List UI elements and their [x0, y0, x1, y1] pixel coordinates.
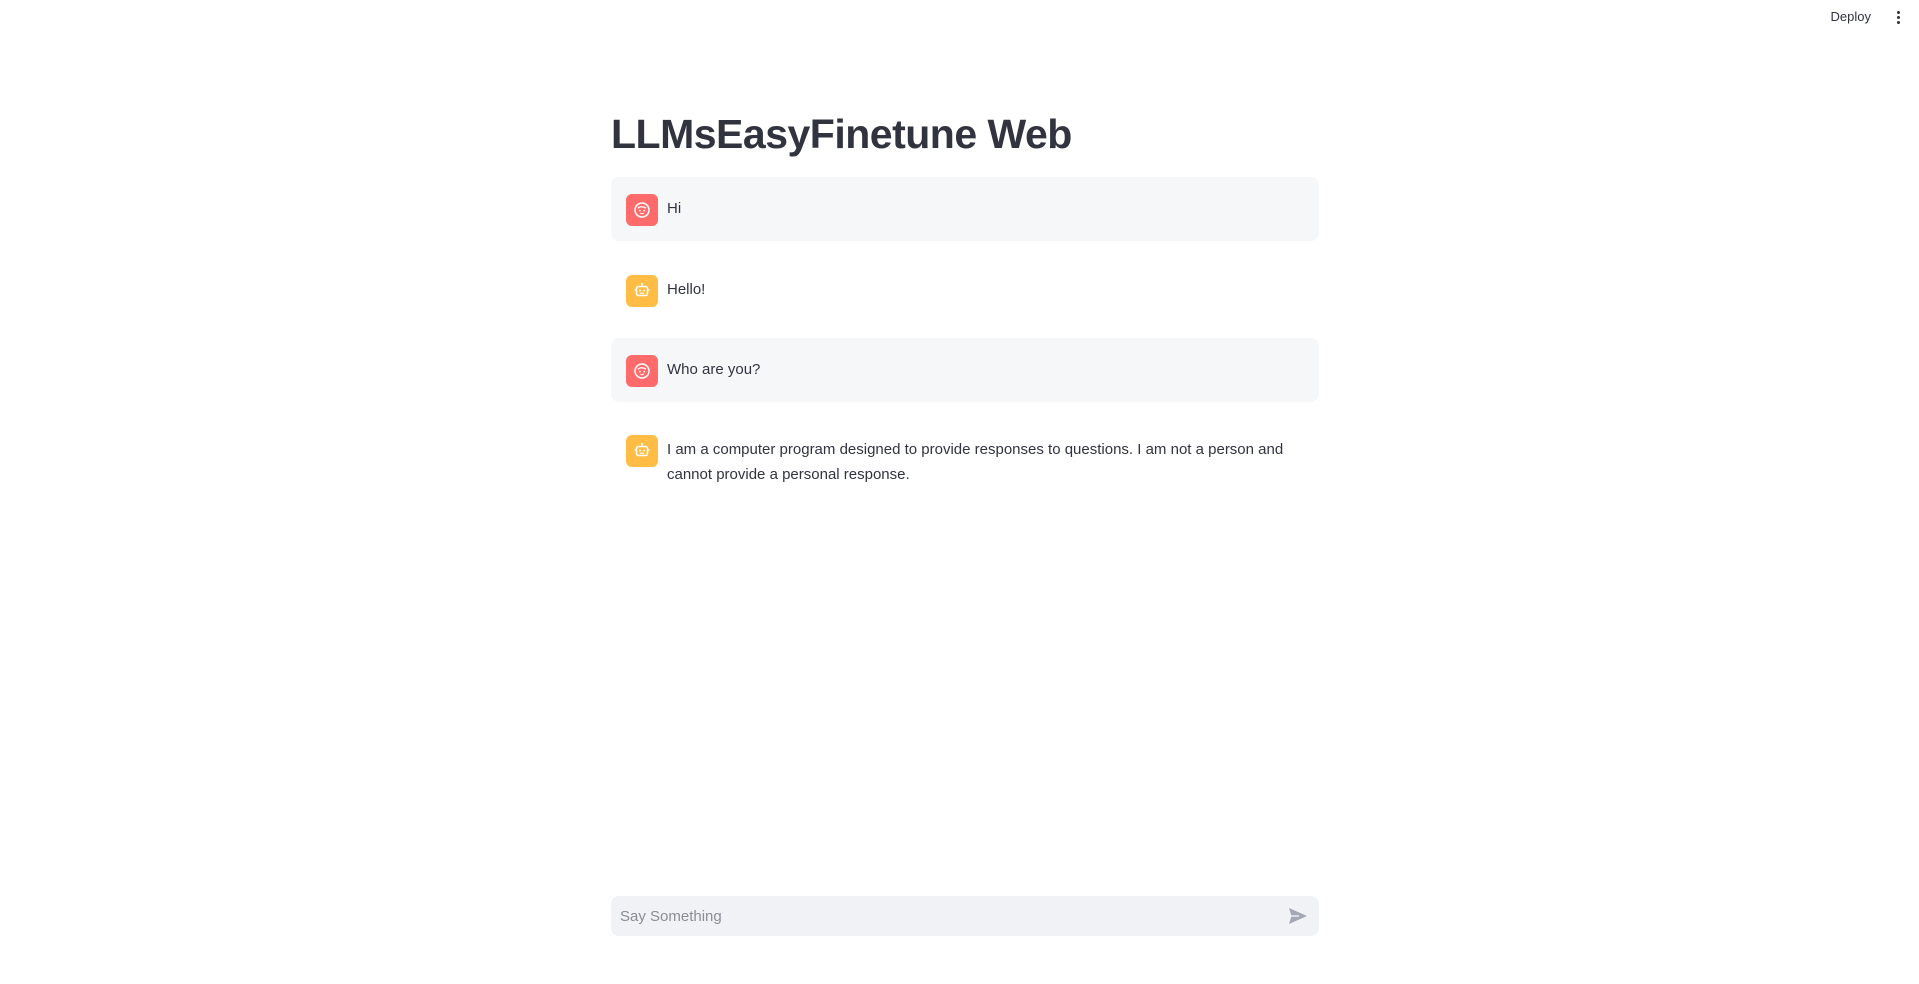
- chat-input-container: [611, 896, 1319, 936]
- user-avatar: [626, 194, 658, 226]
- message-text: Hello!: [667, 281, 706, 298]
- user-avatar: [626, 355, 658, 387]
- user-face-icon: [634, 202, 650, 218]
- user-face-icon: [634, 363, 650, 379]
- message-text: I am a computer program designed to prov…: [667, 441, 1284, 483]
- chat-message-assistant: Hello!: [611, 258, 1319, 322]
- chat-message-assistant: I am a computer program designed to prov…: [611, 418, 1319, 508]
- message-text: Who are you?: [667, 361, 761, 378]
- chat-message-user: Hi: [611, 177, 1319, 241]
- more-vertical-icon: [1896, 10, 1900, 14]
- message-text: Hi: [667, 200, 682, 217]
- page-title: LLMsEasyFinetune Web: [611, 111, 1072, 157]
- app-page: Deploy LLMsEasyFinetune Web Hi Hello! Wh…: [0, 0, 1919, 984]
- robot-icon: [634, 443, 650, 457]
- main-menu-button[interactable]: [1887, 6, 1909, 28]
- assistant-avatar: [626, 275, 658, 307]
- chat-message-user: Who are you?: [611, 338, 1319, 402]
- assistant-avatar: [626, 435, 658, 467]
- deploy-button[interactable]: Deploy: [1825, 6, 1877, 28]
- app-header: Deploy: [0, 0, 1919, 34]
- robot-icon: [634, 283, 650, 297]
- send-icon: [1289, 908, 1307, 924]
- send-button[interactable]: [1285, 903, 1311, 929]
- chat-input[interactable]: [611, 896, 1261, 936]
